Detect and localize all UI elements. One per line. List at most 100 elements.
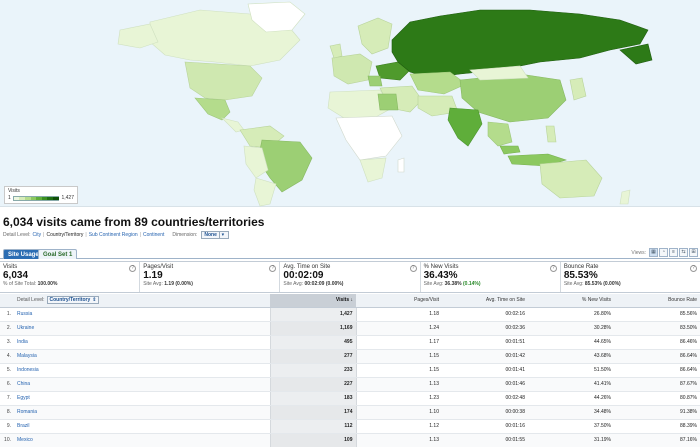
- tab-goal-set-1[interactable]: Goal Set 1: [38, 249, 78, 259]
- map-region-romania[interactable]: [367, 75, 383, 87]
- row-visits: 233: [269, 363, 357, 378]
- row-avg-time: 00:01:41: [442, 363, 528, 378]
- metric-avg-time-on-site: Avg. Time on Site 00:02:09 Site Avg: 00:…: [280, 262, 421, 292]
- map-legend-min: 1: [8, 195, 11, 201]
- row-country-link[interactable]: Malaysia: [14, 349, 270, 364]
- detail-level-continent-link[interactable]: Continent: [143, 232, 164, 238]
- metric-sub-value: 36.38%: [444, 281, 462, 287]
- detail-level-separator: |: [43, 232, 45, 238]
- table-row: 9. Brazil 112 1.12 00:01:16 37.50% 88.39%: [0, 419, 700, 434]
- map-region-madagascar[interactable]: [397, 157, 405, 173]
- row-bounce-rate: 91.38%: [614, 405, 700, 420]
- map-legend-title: Visits: [8, 188, 20, 194]
- row-country-link[interactable]: India: [14, 335, 270, 350]
- metric-sub-prefix: Site Avg:: [283, 281, 304, 287]
- table-detail-select[interactable]: Country/Territory ⇕: [46, 296, 100, 305]
- map-region-new-zealand[interactable]: [619, 189, 631, 205]
- table-detail-level: Detail Level: Country/Territory ⇕: [17, 296, 100, 305]
- help-icon[interactable]: ?: [690, 265, 698, 272]
- detail-level-label: Detail Level:: [3, 232, 31, 238]
- row-pages-visit: 1.15: [356, 363, 442, 378]
- comparison-view-icon[interactable]: ⇆: [679, 248, 688, 257]
- row-pages-visit: 1.24: [356, 321, 442, 336]
- table-row: 5. Indonesia 233 1.15 00:01:41 51.50% 86.64%: [0, 363, 700, 378]
- map-region-uk[interactable]: [329, 43, 343, 59]
- table-header-row: Detail Level: Country/Territory ⇕ Visits…: [0, 294, 700, 308]
- map-region-mexico[interactable]: [194, 97, 231, 121]
- metric-value: 36.43%: [423, 270, 458, 281]
- row-index: 3.: [0, 335, 14, 350]
- map-legend-gradient: [12, 195, 60, 201]
- map-region-argentina-chile[interactable]: [253, 177, 277, 207]
- row-visits: 1,427: [269, 307, 357, 322]
- row-country-link[interactable]: Indonesia: [14, 363, 270, 378]
- row-avg-time: 00:02:48: [442, 391, 528, 406]
- row-new-visits: 51.50%: [528, 363, 614, 378]
- row-avg-time: 00:01:55: [442, 433, 528, 447]
- row-visits: 109: [269, 433, 357, 447]
- tab-bar: Site Usage Goal Set 1 Views: ▦ ◔ ≡ ⇆ ⊞: [0, 248, 700, 259]
- row-country-link[interactable]: Egypt: [14, 391, 270, 406]
- row-pages-visit: 1.17: [356, 335, 442, 350]
- map-region-japan-korea[interactable]: [569, 77, 587, 101]
- map-region-australia[interactable]: [539, 159, 603, 199]
- column-header-avg-time[interactable]: Avg. Time on Site: [442, 294, 528, 308]
- row-new-visits: 31.19%: [528, 433, 614, 447]
- map-region-central-africa[interactable]: [335, 115, 403, 161]
- row-new-visits: 30.28%: [528, 321, 614, 336]
- metric-subtext: Site Avg: 00:02:09 (0.00%): [283, 281, 416, 287]
- column-header-visits[interactable]: Visits ↓: [270, 294, 356, 308]
- map-region-western-europe[interactable]: [331, 53, 373, 85]
- map-region-india[interactable]: [447, 107, 483, 147]
- row-country-link[interactable]: Russia: [14, 307, 270, 322]
- map-region-southeast-asia[interactable]: [487, 121, 513, 147]
- row-avg-time: 00:01:16: [442, 419, 528, 434]
- detail-level-country-link[interactable]: Country/Territory: [46, 232, 83, 238]
- column-header-bounce-rate[interactable]: Bounce Rate: [614, 294, 700, 308]
- row-visits: 112: [269, 419, 357, 434]
- row-pages-visit: 1.13: [356, 433, 442, 447]
- detail-level-subcontinent-link[interactable]: Sub Continent Region: [89, 232, 138, 238]
- column-header-new-visits[interactable]: % New Visits: [528, 294, 614, 308]
- row-visits: 183: [269, 391, 357, 406]
- row-country-link[interactable]: Ukraine: [14, 321, 270, 336]
- column-header-pages-visit[interactable]: Pages/Visit: [356, 294, 442, 308]
- help-icon[interactable]: ?: [549, 265, 557, 272]
- pivot-view-icon[interactable]: ⊞: [689, 248, 698, 257]
- legend-swatch: [52, 196, 59, 200]
- table-row: 3. India 495 1.17 00:01:51 44.65% 86.46%: [0, 335, 700, 350]
- dimension-select[interactable]: None ▾: [201, 231, 229, 239]
- row-country-link[interactable]: Mexico: [14, 433, 270, 447]
- row-pages-visit: 1.10: [356, 405, 442, 420]
- map-region-south-africa[interactable]: [359, 157, 387, 183]
- metric-subtext: Site Avg: 85.53% (0.00%): [564, 281, 697, 287]
- row-visits: 174: [269, 405, 357, 420]
- map-region-egypt[interactable]: [377, 93, 399, 111]
- metric-sub-prefix: Site Avg:: [423, 281, 444, 287]
- bar-view-icon[interactable]: ≡: [669, 248, 678, 257]
- pie-view-icon[interactable]: ◔: [659, 248, 668, 257]
- detail-level-city-link[interactable]: City: [33, 232, 42, 238]
- row-country-link[interactable]: Romania: [14, 405, 270, 420]
- map-region-philippines[interactable]: [545, 125, 557, 143]
- row-pages-visit: 1.23: [356, 391, 442, 406]
- world-map-overlay[interactable]: Visits 1 1,427: [0, 0, 700, 207]
- table-row: 8. Romania 174 1.10 00:00:38 34.48% 91.38%: [0, 405, 700, 420]
- table-row: 1. Russia 1,427 1.18 00:02:16 26.80% 85.56%: [0, 307, 700, 322]
- map-region-scandinavia[interactable]: [357, 17, 393, 55]
- row-bounce-rate: 87.16%: [614, 433, 700, 447]
- metric-sub-prefix: Site Avg:: [143, 281, 163, 287]
- metric-value: 1.19: [143, 270, 163, 281]
- map-region-malaysia[interactable]: [499, 145, 521, 155]
- table-row: 6. China 227 1.13 00:01:46 41.41% 87.67%: [0, 377, 700, 392]
- detail-level-separator: |: [139, 232, 141, 238]
- help-icon[interactable]: ?: [409, 265, 417, 272]
- row-country-link[interactable]: China: [14, 377, 270, 392]
- metric-new-visits: % New Visits 36.43% Site Avg: 36.38% (0.…: [421, 262, 561, 292]
- row-pages-visit: 1.13: [356, 377, 442, 392]
- metric-value: 6,034: [3, 270, 29, 281]
- table-view-icon[interactable]: ▦: [649, 248, 658, 257]
- map-region-kazakhstan[interactable]: [409, 71, 467, 95]
- row-country-link[interactable]: Brazil: [14, 419, 270, 434]
- map-region-usa[interactable]: [184, 61, 263, 101]
